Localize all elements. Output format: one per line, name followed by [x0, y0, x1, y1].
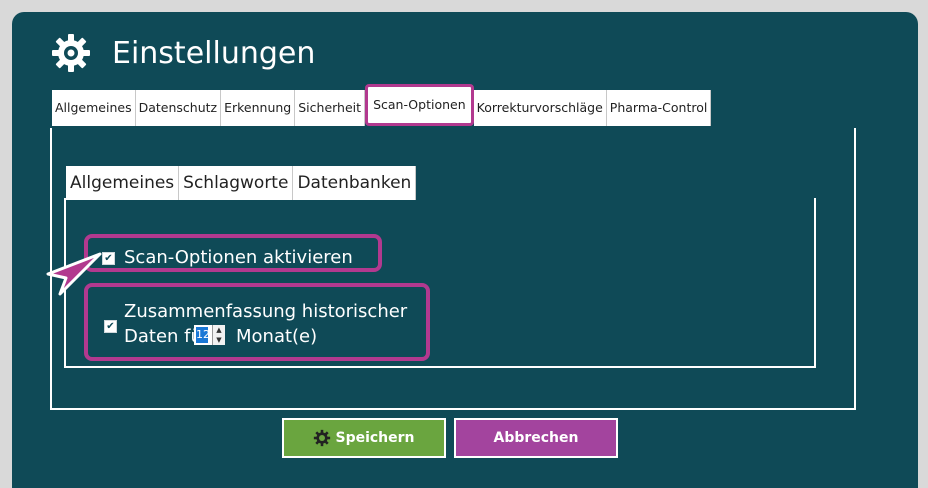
months-spinner[interactable]: ▲ ▼ [212, 325, 225, 345]
summary-option-highlight [84, 283, 430, 361]
gear-icon [314, 429, 331, 447]
summary-checkbox[interactable]: ✔ [104, 320, 117, 333]
scan-enable-label: Scan-Optionen aktivieren [124, 247, 353, 268]
save-label: Speichern [335, 430, 415, 446]
main-tabs: Allgemeines Datenschutz Erkennung Sicher… [52, 84, 712, 126]
months-value: 12 [196, 327, 210, 343]
gear-icon [52, 34, 90, 72]
tab-korrekturvorschlaege[interactable]: Korrekturvorschläge [473, 90, 607, 126]
pointer-arrow-icon [46, 252, 102, 296]
cancel-button[interactable]: Abbrechen [454, 418, 618, 458]
subtab-allgemeines[interactable]: Allgemeines [66, 166, 180, 200]
subtab-datenbanken[interactable]: Datenbanken [293, 166, 417, 200]
subtab-schlagworte[interactable]: Schlagworte [179, 166, 294, 200]
page-title: Einstellungen [112, 35, 316, 71]
tab-erkennung[interactable]: Erkennung [221, 90, 296, 126]
tab-datenschutz[interactable]: Datenschutz [135, 90, 222, 126]
tab-scan-optionen[interactable]: Scan-Optionen [365, 84, 474, 126]
spin-down-icon[interactable]: ▼ [213, 335, 225, 345]
months-input[interactable]: 12 [194, 325, 212, 345]
save-button[interactable]: Speichern [282, 418, 446, 458]
sub-tabs: Allgemeines Schlagworte Datenbanken [66, 166, 417, 200]
spin-up-icon[interactable]: ▲ [213, 325, 225, 335]
title-bar: Einstellungen [50, 28, 315, 78]
tab-allgemeines[interactable]: Allgemeines [52, 90, 136, 126]
summary-label-suffix: Monat(e) [236, 326, 318, 347]
cancel-label: Abbrechen [493, 430, 579, 446]
tab-sicherheit[interactable]: Sicherheit [295, 90, 366, 126]
summary-label-line1: Zusammenfassung historischer [124, 301, 408, 322]
tab-pharma-control[interactable]: Pharma-Control [606, 90, 712, 126]
